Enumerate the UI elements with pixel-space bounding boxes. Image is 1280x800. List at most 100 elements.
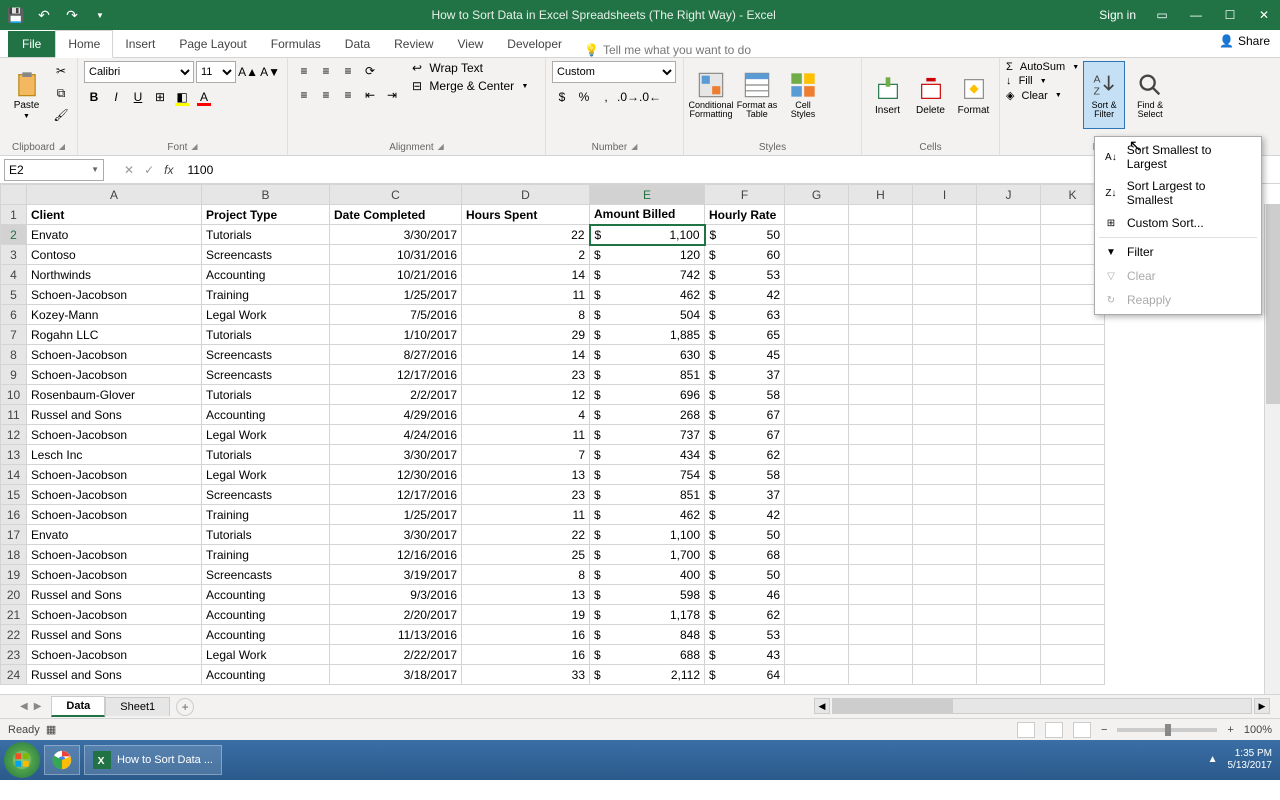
cell-C15[interactable]: 12/17/2016 (330, 485, 462, 505)
cell-B24[interactable]: Accounting (202, 665, 330, 685)
delete-cells-button[interactable]: Delete (911, 61, 950, 129)
cell-A20[interactable]: Russel and Sons (27, 585, 202, 605)
cell-I22[interactable] (913, 625, 977, 645)
decrease-indent-icon[interactable]: ⇤ (360, 85, 380, 105)
row-header-4[interactable]: 4 (1, 265, 27, 285)
cell-D16[interactable]: 11 (462, 505, 590, 525)
number-format-combo[interactable]: Custom (552, 61, 676, 83)
cell-A22[interactable]: Russel and Sons (27, 625, 202, 645)
currency-icon[interactable]: $ (552, 87, 572, 107)
row-header-6[interactable]: 6 (1, 305, 27, 325)
cell-G4[interactable] (785, 265, 849, 285)
cell-H13[interactable] (849, 445, 913, 465)
tab-pagelayout[interactable]: Page Layout (167, 31, 258, 57)
cell-G16[interactable] (785, 505, 849, 525)
font-name-combo[interactable]: Calibri (84, 61, 194, 83)
worksheet-grid[interactable]: ABCDEFGHIJK1ClientProject TypeDate Compl… (0, 184, 1280, 694)
cell-A9[interactable]: Schoen-Jacobson (27, 365, 202, 385)
cell-I11[interactable] (913, 405, 977, 425)
cell-C9[interactable]: 12/17/2016 (330, 365, 462, 385)
cell-J10[interactable] (977, 385, 1041, 405)
cell-C19[interactable]: 3/19/2017 (330, 565, 462, 585)
cell-C22[interactable]: 11/13/2016 (330, 625, 462, 645)
cell-E19[interactable]: $400 (590, 565, 705, 585)
cell-A4[interactable]: Northwinds (27, 265, 202, 285)
copy-icon[interactable]: ⧉ (51, 83, 71, 103)
cell-J5[interactable] (977, 285, 1041, 305)
sort-largest-item[interactable]: Z↓Sort Largest to Smallest (1095, 175, 1261, 211)
cell-B9[interactable]: Screencasts (202, 365, 330, 385)
align-left-icon[interactable]: ≡ (294, 85, 314, 105)
cell-G18[interactable] (785, 545, 849, 565)
cell-D7[interactable]: 29 (462, 325, 590, 345)
cell-D18[interactable]: 25 (462, 545, 590, 565)
cell-A2[interactable]: Envato (27, 225, 202, 245)
scroll-right-icon[interactable]: ▶ (1254, 698, 1270, 714)
cell-F4[interactable]: $53 (705, 265, 785, 285)
cell-I12[interactable] (913, 425, 977, 445)
cell-J3[interactable] (977, 245, 1041, 265)
tab-file[interactable]: File (8, 31, 55, 57)
col-header-A[interactable]: A (27, 185, 202, 205)
row-header-15[interactable]: 15 (1, 485, 27, 505)
cell-B14[interactable]: Legal Work (202, 465, 330, 485)
cell-F12[interactable]: $67 (705, 425, 785, 445)
cell-J20[interactable] (977, 585, 1041, 605)
cell-A19[interactable]: Schoen-Jacobson (27, 565, 202, 585)
cell-K13[interactable] (1041, 445, 1105, 465)
cell-E12[interactable]: $737 (590, 425, 705, 445)
cell-I17[interactable] (913, 525, 977, 545)
cell-H24[interactable] (849, 665, 913, 685)
cell-E15[interactable]: $851 (590, 485, 705, 505)
cell-F16[interactable]: $42 (705, 505, 785, 525)
fill-button[interactable]: ↓ Fill ▼ (1006, 75, 1079, 87)
cell-C13[interactable]: 3/30/2017 (330, 445, 462, 465)
cell-A7[interactable]: Rogahn LLC (27, 325, 202, 345)
cell-C4[interactable]: 10/21/2016 (330, 265, 462, 285)
cell-C18[interactable]: 12/16/2016 (330, 545, 462, 565)
wrap-text-button[interactable]: ↩ Wrap Text (412, 61, 528, 75)
page-break-view-icon[interactable] (1073, 722, 1091, 738)
format-as-table-button[interactable]: Format as Table (736, 61, 778, 129)
cell-B12[interactable]: Legal Work (202, 425, 330, 445)
minimize-button[interactable]: — (1188, 8, 1204, 22)
col-header-H[interactable]: H (849, 185, 913, 205)
cell-J4[interactable] (977, 265, 1041, 285)
cell-I20[interactable] (913, 585, 977, 605)
cell-C23[interactable]: 2/22/2017 (330, 645, 462, 665)
sort-filter-button[interactable]: AZSort & Filter (1083, 61, 1125, 129)
row-header-19[interactable]: 19 (1, 565, 27, 585)
cell-D19[interactable]: 8 (462, 565, 590, 585)
cell-F8[interactable]: $45 (705, 345, 785, 365)
cell-C11[interactable]: 4/29/2016 (330, 405, 462, 425)
cell-K7[interactable] (1041, 325, 1105, 345)
cell-H9[interactable] (849, 365, 913, 385)
cell-D10[interactable]: 12 (462, 385, 590, 405)
row-header-14[interactable]: 14 (1, 465, 27, 485)
col-header-D[interactable]: D (462, 185, 590, 205)
cell-I24[interactable] (913, 665, 977, 685)
custom-sort-item[interactable]: ⊞Custom Sort... (1095, 211, 1261, 235)
cell-G11[interactable] (785, 405, 849, 425)
fx-icon[interactable]: fx (164, 163, 173, 177)
tab-review[interactable]: Review (382, 31, 445, 57)
cell-B13[interactable]: Tutorials (202, 445, 330, 465)
cell-F11[interactable]: $67 (705, 405, 785, 425)
cell-D17[interactable]: 22 (462, 525, 590, 545)
cell-K14[interactable] (1041, 465, 1105, 485)
excel-taskbar-item[interactable]: XHow to Sort Data ... (84, 745, 222, 775)
row-header-22[interactable]: 22 (1, 625, 27, 645)
cell-B22[interactable]: Accounting (202, 625, 330, 645)
cell-B11[interactable]: Accounting (202, 405, 330, 425)
format-painter-icon[interactable]: 🖌 (51, 105, 71, 125)
row-header-3[interactable]: 3 (1, 245, 27, 265)
cell-G12[interactable] (785, 425, 849, 445)
cell-I21[interactable] (913, 605, 977, 625)
cell-K21[interactable] (1041, 605, 1105, 625)
align-bottom-icon[interactable]: ≡ (338, 61, 358, 81)
cell-A13[interactable]: Lesch Inc (27, 445, 202, 465)
cell-G17[interactable] (785, 525, 849, 545)
tab-formulas[interactable]: Formulas (259, 31, 333, 57)
clipboard-dialog-icon[interactable]: ◢ (59, 142, 65, 153)
cell-G13[interactable] (785, 445, 849, 465)
